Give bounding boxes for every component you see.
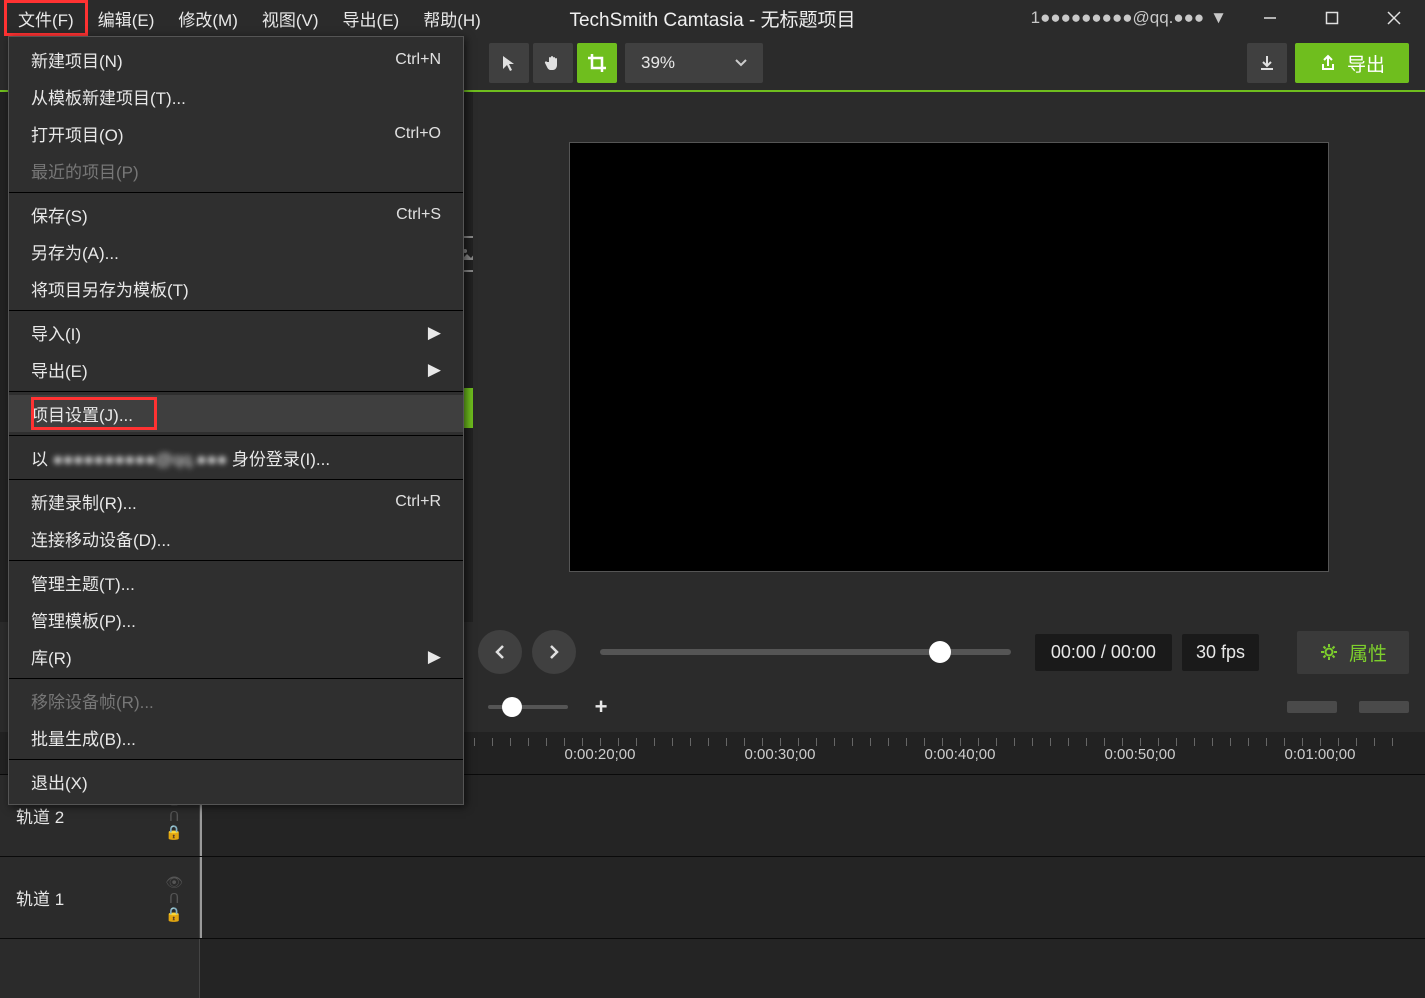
- menu-login-as[interactable]: 以 ●●●●●●●●●●@qq.●●● 身份登录(I)...: [9, 439, 463, 476]
- menubar: 文件(F) 编辑(E) 修改(M) 视图(V) 导出(E) 帮助(H): [0, 0, 493, 36]
- close-button[interactable]: [1363, 0, 1425, 36]
- menu-save[interactable]: 保存(S)Ctrl+S: [9, 196, 463, 233]
- minimize-button[interactable]: [1239, 0, 1301, 36]
- menu-separator: [9, 435, 463, 436]
- menu-connect-mobile[interactable]: 连接移动设备(D)...: [9, 520, 463, 557]
- menu-project-settings[interactable]: 项目设置(J)...: [9, 395, 463, 432]
- menu-recent-projects: 最近的项目(P): [9, 152, 463, 189]
- account-dropdown[interactable]: 1●●●●●●●●●@qq.●●● ▼: [1019, 8, 1239, 28]
- timeline-zoom-slider[interactable]: [488, 705, 568, 709]
- menu-library[interactable]: 库(R)▶: [9, 638, 463, 675]
- fps-display[interactable]: 30 fps: [1182, 634, 1259, 671]
- ruler-tick-label: 0:00:20;00: [565, 746, 636, 763]
- add-marker-button[interactable]: +: [588, 694, 614, 720]
- chevron-down-icon: ▼: [1210, 8, 1227, 28]
- track-header[interactable]: 轨道 1 👁 ᑎ 🔒: [0, 857, 200, 938]
- crop-tool[interactable]: [577, 43, 617, 83]
- ruler-tick-label: 0:00:40;00: [925, 746, 996, 763]
- track-row: 轨道 1 👁 ᑎ 🔒: [0, 856, 1425, 938]
- menu-import[interactable]: 导入(I)▶: [9, 314, 463, 351]
- menu-open-project[interactable]: 打开项目(O)Ctrl+O: [9, 115, 463, 152]
- menu-file[interactable]: 文件(F): [6, 2, 86, 34]
- export-button[interactable]: 导出: [1295, 43, 1409, 83]
- window-title: TechSmith Camtasia - 无标题项目: [569, 5, 855, 32]
- menu-new-project[interactable]: 新建项目(N)Ctrl+N: [9, 41, 463, 78]
- menu-batch[interactable]: 批量生成(B)...: [9, 719, 463, 756]
- chevron-down-icon: [735, 59, 747, 67]
- menu-separator: [9, 479, 463, 480]
- menu-view[interactable]: 视图(V): [250, 2, 331, 34]
- pointer-tool[interactable]: [489, 43, 529, 83]
- chevron-right-icon: ▶: [428, 647, 441, 667]
- maximize-button[interactable]: [1301, 0, 1363, 36]
- menu-edit[interactable]: 编辑(E): [86, 2, 167, 34]
- magnet-icon[interactable]: ᑎ: [169, 891, 179, 905]
- seek-slider[interactable]: [600, 649, 1011, 655]
- properties-button[interactable]: 属性: [1297, 631, 1409, 674]
- menu-save-as[interactable]: 另存为(A)...: [9, 233, 463, 270]
- menu-export[interactable]: 导出(E): [331, 2, 412, 34]
- slider-thumb[interactable]: [502, 697, 522, 717]
- menu-new-from-template[interactable]: 从模板新建项目(T)...: [9, 78, 463, 115]
- menu-separator: [9, 759, 463, 760]
- menu-manage-templates[interactable]: 管理模板(P)...: [9, 601, 463, 638]
- menu-export-sub[interactable]: 导出(E)▶: [9, 351, 463, 388]
- seek-thumb[interactable]: [929, 641, 951, 663]
- timeline-option-1[interactable]: [1287, 701, 1337, 713]
- menu-help[interactable]: 帮助(H): [411, 2, 493, 34]
- track-body[interactable]: [200, 857, 1425, 938]
- menu-new-recording[interactable]: 新建录制(R)...Ctrl+R: [9, 483, 463, 520]
- magnet-icon[interactable]: ᑎ: [169, 809, 179, 823]
- pan-tool[interactable]: [533, 43, 573, 83]
- track-body[interactable]: [200, 939, 1425, 998]
- menu-exit[interactable]: 退出(X): [9, 763, 463, 800]
- timeline-tracks: 轨道 2 👁 ᑎ 🔒 轨道 1 👁 ᑎ 🔒: [0, 774, 1425, 998]
- ruler-tick-label: 0:01:00;00: [1285, 746, 1356, 763]
- gear-icon: [1319, 642, 1339, 662]
- timeline-option-2[interactable]: [1359, 701, 1409, 713]
- time-display: 00:00 / 00:00: [1035, 634, 1172, 671]
- menu-manage-themes[interactable]: 管理主题(T)...: [9, 564, 463, 601]
- chevron-right-icon: ▶: [428, 323, 441, 343]
- file-menu-dropdown: 新建项目(N)Ctrl+N 从模板新建项目(T)... 打开项目(O)Ctrl+…: [8, 36, 464, 805]
- lock-icon[interactable]: 🔒: [165, 907, 182, 921]
- track-header-empty[interactable]: [0, 939, 200, 998]
- zoom-select[interactable]: 39%: [625, 43, 763, 83]
- menu-save-as-template[interactable]: 将项目另存为模板(T): [9, 270, 463, 307]
- download-button[interactable]: [1247, 43, 1287, 83]
- menu-separator: [9, 391, 463, 392]
- lock-icon[interactable]: 🔒: [165, 825, 182, 839]
- track-row-empty: [0, 938, 1425, 998]
- ruler-tick-label: 0:00:30;00: [745, 746, 816, 763]
- next-button[interactable]: [532, 630, 576, 674]
- menu-remove-device-frames: 移除设备帧(R)...: [9, 682, 463, 719]
- menu-separator: [9, 310, 463, 311]
- menu-separator: [9, 192, 463, 193]
- canvas-panel: [473, 92, 1425, 622]
- ruler-tick-label: 0:00:50;00: [1105, 746, 1176, 763]
- chevron-right-icon: ▶: [428, 360, 441, 380]
- titlebar: 文件(F) 编辑(E) 修改(M) 视图(V) 导出(E) 帮助(H) Tech…: [0, 0, 1425, 36]
- eye-icon[interactable]: 👁: [165, 875, 183, 889]
- menu-separator: [9, 560, 463, 561]
- menu-modify[interactable]: 修改(M): [166, 2, 249, 34]
- prev-button[interactable]: [478, 630, 522, 674]
- menu-separator: [9, 678, 463, 679]
- share-icon: [1319, 54, 1337, 72]
- playhead[interactable]: [200, 857, 202, 938]
- preview-canvas[interactable]: [569, 142, 1329, 572]
